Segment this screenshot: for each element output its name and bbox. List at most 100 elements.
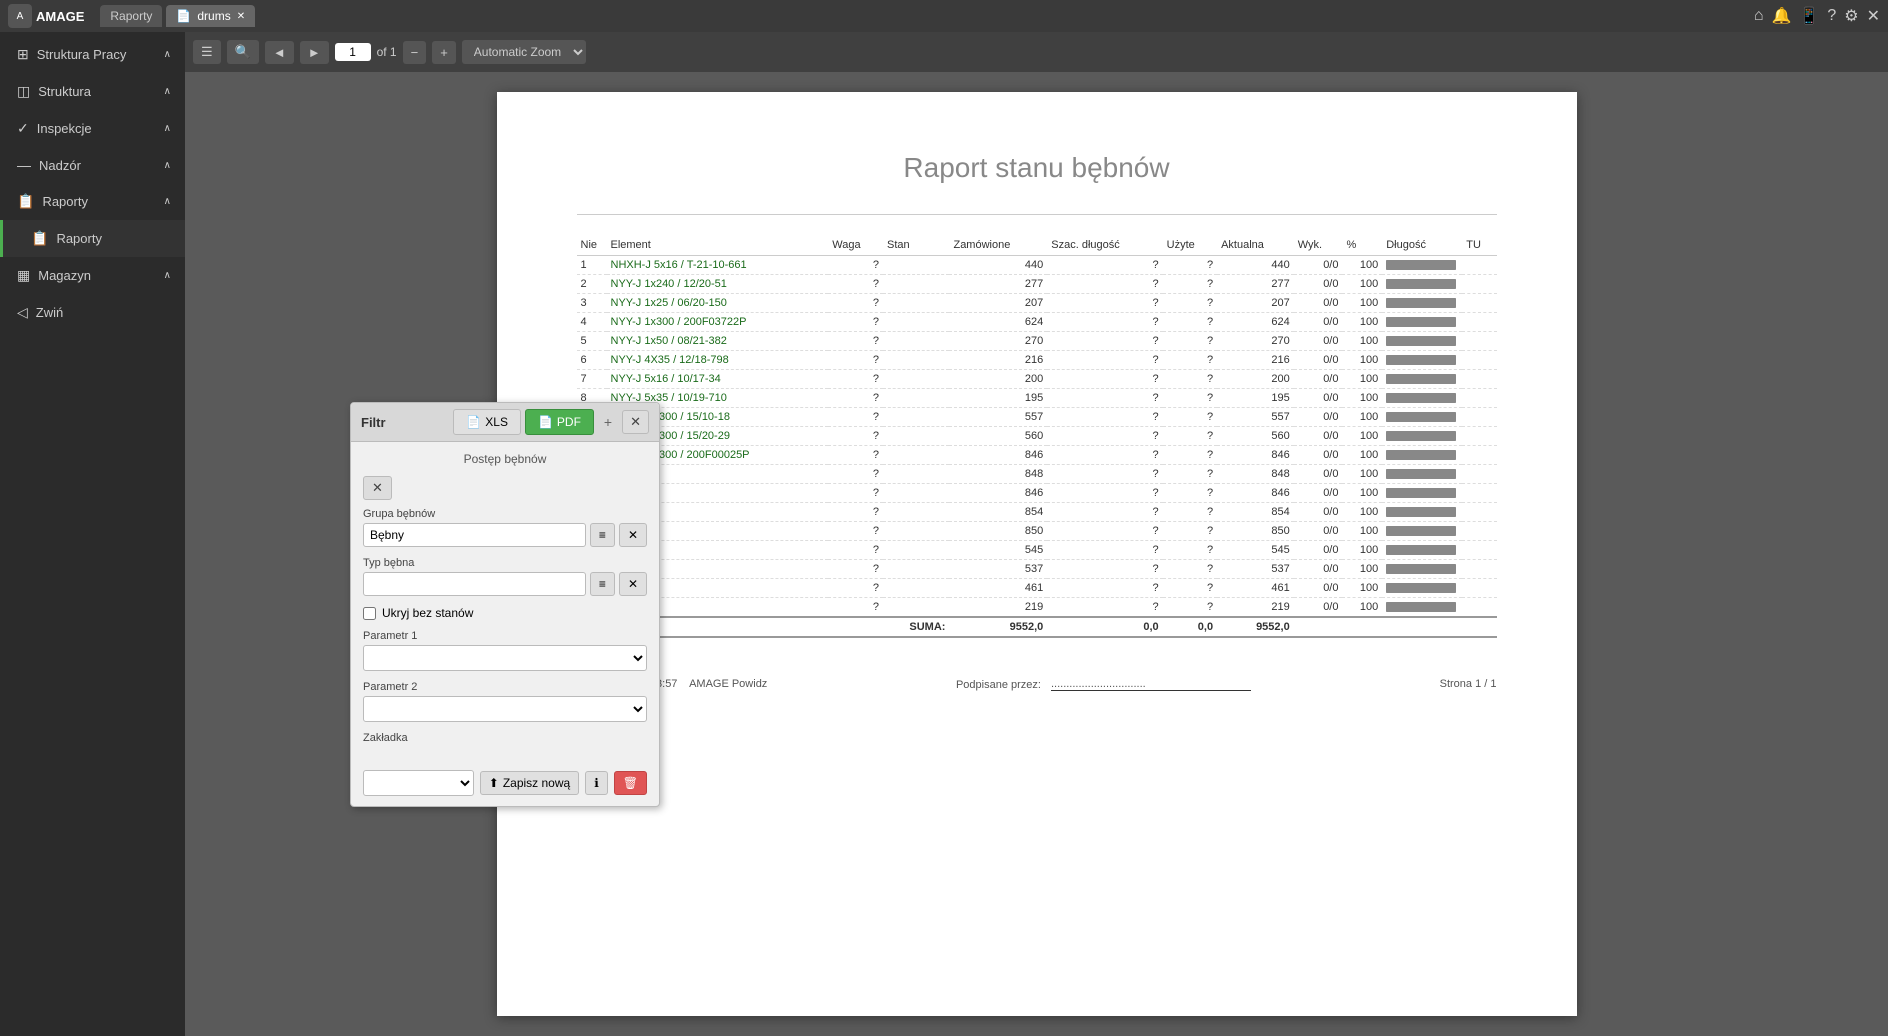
filter-add-button[interactable]: +	[600, 412, 616, 432]
row-proc: 100	[1342, 332, 1382, 351]
row-proc: 100	[1342, 256, 1382, 275]
row-uzyte: ?	[1163, 275, 1217, 294]
row-uzyte: ?	[1163, 294, 1217, 313]
sidebar-item-magazyn[interactable]: ▦ Magazyn ∧	[0, 257, 185, 294]
row-uzyte: ?	[1163, 332, 1217, 351]
sidebar-item-raporty[interactable]: 📋 Raporty	[0, 220, 185, 257]
magazyn-icon: ▦	[17, 267, 30, 284]
tab-drums[interactable]: 📄 drums ✕	[166, 5, 255, 27]
save-new-button[interactable]: ⬆ Zapisz nową	[480, 771, 579, 795]
sidebar-item-zwij[interactable]: ◁ Zwiń	[0, 294, 185, 331]
bell-icon[interactable]: 🔔	[1772, 6, 1792, 26]
row-stan	[883, 389, 949, 408]
row-szac: ?	[1047, 389, 1162, 408]
grupa-list-button[interactable]: ≡	[590, 523, 615, 547]
row-aktualna: 545	[1217, 541, 1294, 560]
grupa-clear-button[interactable]: ✕	[619, 523, 647, 547]
filter-bottom: ⬆ Zapisz nową ℹ 🗑	[351, 764, 659, 806]
page-total: of 1	[377, 45, 397, 59]
row-uzyte: ?	[1163, 351, 1217, 370]
tab-close-icon[interactable]: ✕	[237, 11, 245, 22]
row-zamowione: 277	[949, 275, 1047, 294]
zoom-in-button[interactable]: +	[432, 41, 456, 64]
footer-page: Strona 1 / 1	[1440, 678, 1497, 691]
filter-delete-button[interactable]: 🗑	[614, 771, 647, 795]
filter-panel: Filtr 📄 XLS 📄 PDF + ✕ Postęp bębnów	[350, 402, 660, 807]
row-zamowione: 440	[949, 256, 1047, 275]
row-progress-bar	[1382, 484, 1462, 503]
row-aktualna: 195	[1217, 389, 1294, 408]
sidebar-toggle-button[interactable]: ☰	[193, 40, 221, 64]
window-close-icon[interactable]: ✕	[1867, 6, 1880, 26]
mobile-icon[interactable]: 📱	[1799, 6, 1819, 26]
pdf-footer: 07/09/2021 09:03:57 AMAGE Powidz Podpisa…	[577, 678, 1497, 691]
sidebar-item-struktura[interactable]: ◫ Struktura ∧	[0, 73, 185, 110]
nav-prev-button[interactable]: ◄	[265, 41, 294, 64]
sidebar-item-struktura-pracy-label: Struktura Pracy	[37, 47, 156, 62]
param1-label: Parametr 1	[363, 630, 647, 642]
filter-close-button[interactable]: ✕	[622, 410, 649, 434]
bookmark-select[interactable]	[363, 770, 474, 796]
row-aktualna: 846	[1217, 446, 1294, 465]
sidebar-item-inspekcje[interactable]: ✓ Inspekcje ∧	[0, 110, 185, 147]
row-wyk: 0/0	[1294, 256, 1343, 275]
row-wyk: 0/0	[1294, 503, 1343, 522]
sidebar-item-struktura-pracy[interactable]: ⊞ Struktura Pracy ∧	[0, 36, 185, 73]
search-button[interactable]: 🔍	[227, 40, 259, 64]
row-szac: ?	[1047, 579, 1162, 598]
table-row: 1NHXH-J 5x16 / T-21-10-661?440??4400/010…	[577, 256, 1497, 275]
zoom-out-button[interactable]: −	[403, 41, 427, 64]
row-progress-bar	[1382, 275, 1462, 294]
row-stan	[883, 313, 949, 332]
typ-clear-button[interactable]: ✕	[619, 572, 647, 596]
filter-x-button[interactable]: ✕	[363, 476, 392, 500]
param2-select-row	[363, 696, 647, 722]
row-szac: ?	[1047, 503, 1162, 522]
row-progress-bar	[1382, 332, 1462, 351]
row-proc: 100	[1342, 427, 1382, 446]
settings-icon[interactable]: ⚙	[1844, 6, 1858, 26]
typ-input[interactable]	[363, 572, 586, 596]
row-waga: ?	[828, 579, 883, 598]
grupa-input[interactable]	[363, 523, 586, 547]
ukryj-checkbox[interactable]	[363, 607, 376, 620]
raporty-icon: 📋	[31, 230, 48, 247]
sidebar-item-nadzor[interactable]: — Nadzór ∧	[0, 147, 185, 183]
row-szac: ?	[1047, 313, 1162, 332]
help-icon[interactable]: ?	[1827, 7, 1836, 25]
export-xls-button[interactable]: 📄 XLS	[453, 409, 521, 435]
row-stan	[883, 484, 949, 503]
row-uzyte: ?	[1163, 389, 1217, 408]
sidebar-item-raporty-parent[interactable]: 📋 Raporty ∧	[0, 183, 185, 220]
param1-select[interactable]	[363, 645, 647, 671]
page-number-input[interactable]	[335, 43, 371, 61]
grupa-label: Grupa bębnów	[363, 508, 647, 520]
export-pdf-button[interactable]: 📄 PDF	[525, 409, 594, 435]
row-zamowione: 219	[949, 598, 1047, 618]
row-stan	[883, 256, 949, 275]
row-tu	[1462, 427, 1496, 446]
nav-next-button[interactable]: ►	[300, 41, 329, 64]
row-zamowione: 216	[949, 351, 1047, 370]
row-aktualna: 848	[1217, 465, 1294, 484]
struktura-pracy-icon: ⊞	[17, 46, 29, 63]
chevron-up-icon: ∧	[164, 49, 171, 60]
typ-list-button[interactable]: ≡	[590, 572, 615, 596]
row-proc: 100	[1342, 313, 1382, 332]
row-progress-bar	[1382, 541, 1462, 560]
row-nr: 5	[577, 332, 607, 351]
raporty-parent-icon: 📋	[17, 193, 34, 210]
row-tu	[1462, 256, 1496, 275]
param2-select[interactable]	[363, 696, 647, 722]
home-icon[interactable]: ⌂	[1754, 7, 1764, 25]
tab-raporty[interactable]: Raporty	[100, 5, 162, 27]
row-aktualna: 461	[1217, 579, 1294, 598]
row-progress-bar	[1382, 313, 1462, 332]
zoom-select[interactable]: Automatic Zoom	[462, 40, 586, 64]
row-zamowione: 195	[949, 389, 1047, 408]
row-uzyte: ?	[1163, 256, 1217, 275]
row-element: NHXH-J 5x16 / T-21-10-661	[607, 256, 829, 275]
filter-info-button[interactable]: ℹ	[585, 771, 608, 795]
row-progress-bar	[1382, 389, 1462, 408]
row-waga: ?	[828, 560, 883, 579]
